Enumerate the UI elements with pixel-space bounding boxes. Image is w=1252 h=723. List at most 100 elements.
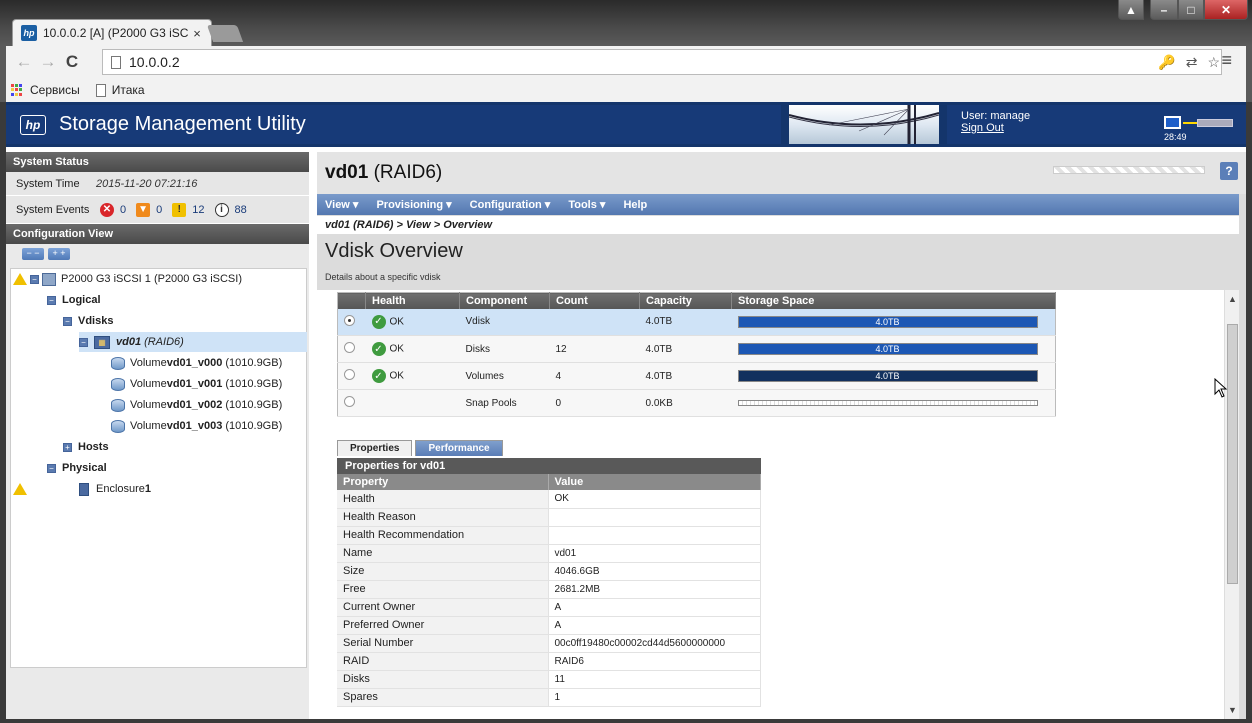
tree-node-logical[interactable]: − Logical xyxy=(47,290,101,310)
menu-help[interactable]: Help xyxy=(623,199,647,211)
property-row: Serial Number 00c0ff19480c00002cd44d56000… xyxy=(337,634,761,653)
tree-node-volume[interactable]: Volume vd01_v002 (1010.9GB) xyxy=(111,395,282,415)
tree-node-hosts[interactable]: + Hosts xyxy=(63,437,109,457)
hosts-label: Hosts xyxy=(78,441,109,453)
expand-all-button[interactable]: + + xyxy=(48,248,70,260)
forward-arrow-icon[interactable]: → xyxy=(36,50,60,74)
vertical-scrollbar[interactable]: ▲ ▼ xyxy=(1224,290,1239,719)
volume-icon xyxy=(111,419,125,433)
property-name: RAID xyxy=(337,652,549,671)
scroll-up-arrow-icon[interactable]: ▲ xyxy=(1228,294,1237,304)
address-bar[interactable]: 10.0.0.2 xyxy=(102,49,1222,75)
bookmark-services[interactable]: Сервисы xyxy=(11,83,80,97)
row-select-radio[interactable] xyxy=(344,342,355,353)
enclosure-number: 1 xyxy=(144,483,152,495)
row-select-radio[interactable] xyxy=(344,396,355,407)
column-header-component[interactable]: Component xyxy=(459,292,550,309)
row-select-radio[interactable] xyxy=(344,369,355,380)
browser-tab[interactable]: hp 10.0.0.2 [A] (P2000 G3 iSC × xyxy=(12,19,212,46)
column-header-health[interactable]: Health xyxy=(365,292,460,309)
property-row: RAID RAID6 xyxy=(337,652,761,671)
table-row[interactable]: ✓ OK Volumes 4 4.0TB 4.0TB xyxy=(337,362,1056,390)
property-row: Name vd01 xyxy=(337,544,761,563)
window-close-button[interactable]: ✕ xyxy=(1204,0,1248,20)
collapse-icon[interactable]: − xyxy=(47,295,56,305)
property-name: Free xyxy=(337,580,549,599)
collapse-all-button[interactable]: − − xyxy=(22,248,44,260)
count-cell xyxy=(549,308,640,336)
property-name: Size xyxy=(337,562,549,581)
url-text: 10.0.0.2 xyxy=(129,54,180,70)
help-icon[interactable]: ? xyxy=(1220,162,1238,180)
tree-node-enclosure[interactable]: Enclosure 1 xyxy=(79,479,151,499)
menu-provisioning[interactable]: Provisioning ▾ xyxy=(376,198,451,211)
new-tab-button[interactable] xyxy=(206,25,244,42)
menu-view[interactable]: View ▾ xyxy=(325,198,358,211)
collapse-icon[interactable]: − xyxy=(63,316,72,326)
star-icon[interactable]: ☆ xyxy=(1207,54,1220,71)
scroll-down-arrow-icon[interactable]: ▼ xyxy=(1228,705,1237,715)
connection-status: 28:49 xyxy=(1157,105,1246,144)
window-user-button[interactable]: ▲ xyxy=(1118,0,1144,20)
property-value xyxy=(548,526,761,545)
property-value: 4046.6GB xyxy=(548,562,761,581)
window-maximize-button[interactable]: □ xyxy=(1178,0,1204,20)
property-value: RAID6 xyxy=(548,652,761,671)
tree-node-volume[interactable]: Volume vd01_v001 (1010.9GB) xyxy=(111,374,282,394)
bookmark-itaka[interactable]: Итака xyxy=(95,83,145,97)
volume-size: (1010.9GB) xyxy=(225,420,283,432)
page-icon xyxy=(111,55,121,69)
table-row[interactable]: ✓ OK Vdisk 4.0TB 4.0TB xyxy=(337,308,1056,336)
table-row[interactable]: Snap Pools 0 0.0KB xyxy=(337,389,1056,417)
volume-prefix: Volume xyxy=(130,420,167,432)
page-icon xyxy=(95,83,106,97)
page-title: vd01 (RAID6) xyxy=(325,162,442,184)
tree-node-system[interactable]: − P2000 G3 iSCSI 1 (P2000 G3 iSCSI) xyxy=(13,269,242,289)
menu-tools[interactable]: Tools ▾ xyxy=(568,198,605,211)
translate-icon[interactable]: ⇄ xyxy=(1186,54,1198,71)
column-header-count[interactable]: Count xyxy=(549,292,640,309)
browser-menu-icon[interactable]: ≡ xyxy=(1221,50,1232,71)
configuration-view-header: Configuration View xyxy=(6,224,309,244)
column-header-property: Property xyxy=(337,474,549,490)
logical-label: Logical xyxy=(62,294,101,306)
property-row: Health OK xyxy=(337,490,761,509)
component-table: Health Component Count Capacity Storage … xyxy=(337,292,1056,417)
property-name: Spares xyxy=(337,688,549,707)
volume-name: vd01_v002 xyxy=(166,399,223,411)
property-name: Health Reason xyxy=(337,508,549,527)
back-arrow-icon[interactable]: ← xyxy=(12,50,36,74)
capacity-cell: 4.0TB xyxy=(639,335,732,363)
table-row[interactable]: ✓ OK Disks 12 4.0TB 4.0TB xyxy=(337,335,1056,363)
sign-out-link[interactable]: Sign Out xyxy=(961,122,1157,134)
tab-properties[interactable]: Properties xyxy=(337,440,413,456)
tree-node-volume[interactable]: Volume vd01_v000 (1010.9GB) xyxy=(111,353,282,373)
tree-node-vdisks[interactable]: − Vdisks xyxy=(63,311,113,331)
tree-node-physical[interactable]: − Physical xyxy=(47,458,107,478)
expand-icon[interactable]: + xyxy=(63,442,72,452)
system-events-row[interactable]: System Events ✕ 0 ▼ 0 ! 12 i 88 xyxy=(6,196,309,224)
window-minimize-button[interactable]: – xyxy=(1150,0,1178,20)
properties-panel: Properties for vd01 Property Value Healt… xyxy=(337,458,761,707)
scrollbar-thumb[interactable] xyxy=(1227,324,1238,584)
tab-close-icon[interactable]: × xyxy=(189,26,205,41)
column-header-capacity[interactable]: Capacity xyxy=(639,292,732,309)
column-header-storage-space[interactable]: Storage Space xyxy=(731,292,1056,309)
tree-node-volume[interactable]: Volume vd01_v003 (1010.9GB) xyxy=(111,416,282,436)
collapse-icon[interactable]: − xyxy=(79,337,88,347)
key-icon[interactable]: 🔑 xyxy=(1158,54,1175,71)
collapse-icon[interactable]: − xyxy=(30,274,39,284)
tab-performance[interactable]: Performance xyxy=(415,440,503,456)
error-icon: ▼ xyxy=(136,202,151,217)
health-text: OK xyxy=(389,343,404,355)
collapse-icon[interactable]: − xyxy=(47,463,56,473)
browser-toolbar: ← → C 10.0.0.2 🔑 ⇄ ☆ ≡ xyxy=(0,46,1252,78)
reload-icon[interactable]: C xyxy=(60,50,84,74)
row-select-radio[interactable] xyxy=(344,314,355,326)
menu-configuration[interactable]: Configuration ▾ xyxy=(470,198,551,211)
ok-check-icon: ✓ xyxy=(371,314,386,329)
volume-icon xyxy=(111,356,125,370)
tree-node-vdisk-vd01[interactable]: − ▦ vd01 (RAID6) xyxy=(79,332,307,352)
property-name: Health xyxy=(337,490,549,509)
component-cell: Disks xyxy=(459,335,550,363)
